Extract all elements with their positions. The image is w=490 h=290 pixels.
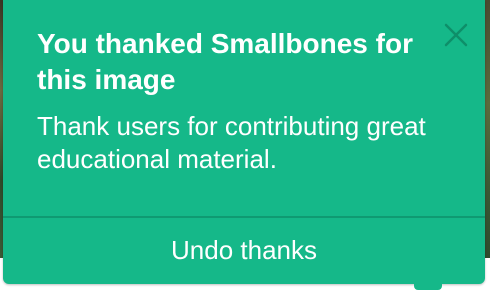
- popup-message: Thank users for contributing great educa…: [37, 111, 426, 174]
- popup-pointer: [414, 280, 442, 290]
- thanks-confirmation-popup: You thanked Smallbones for this image Th…: [3, 0, 485, 284]
- popup-title: You thanked Smallbones for this image: [37, 28, 413, 95]
- screen: You thanked Smallbones for this image Th…: [0, 0, 490, 290]
- close-button[interactable]: [441, 20, 471, 50]
- undo-thanks-button[interactable]: Undo thanks: [3, 218, 485, 282]
- close-icon: [444, 23, 468, 47]
